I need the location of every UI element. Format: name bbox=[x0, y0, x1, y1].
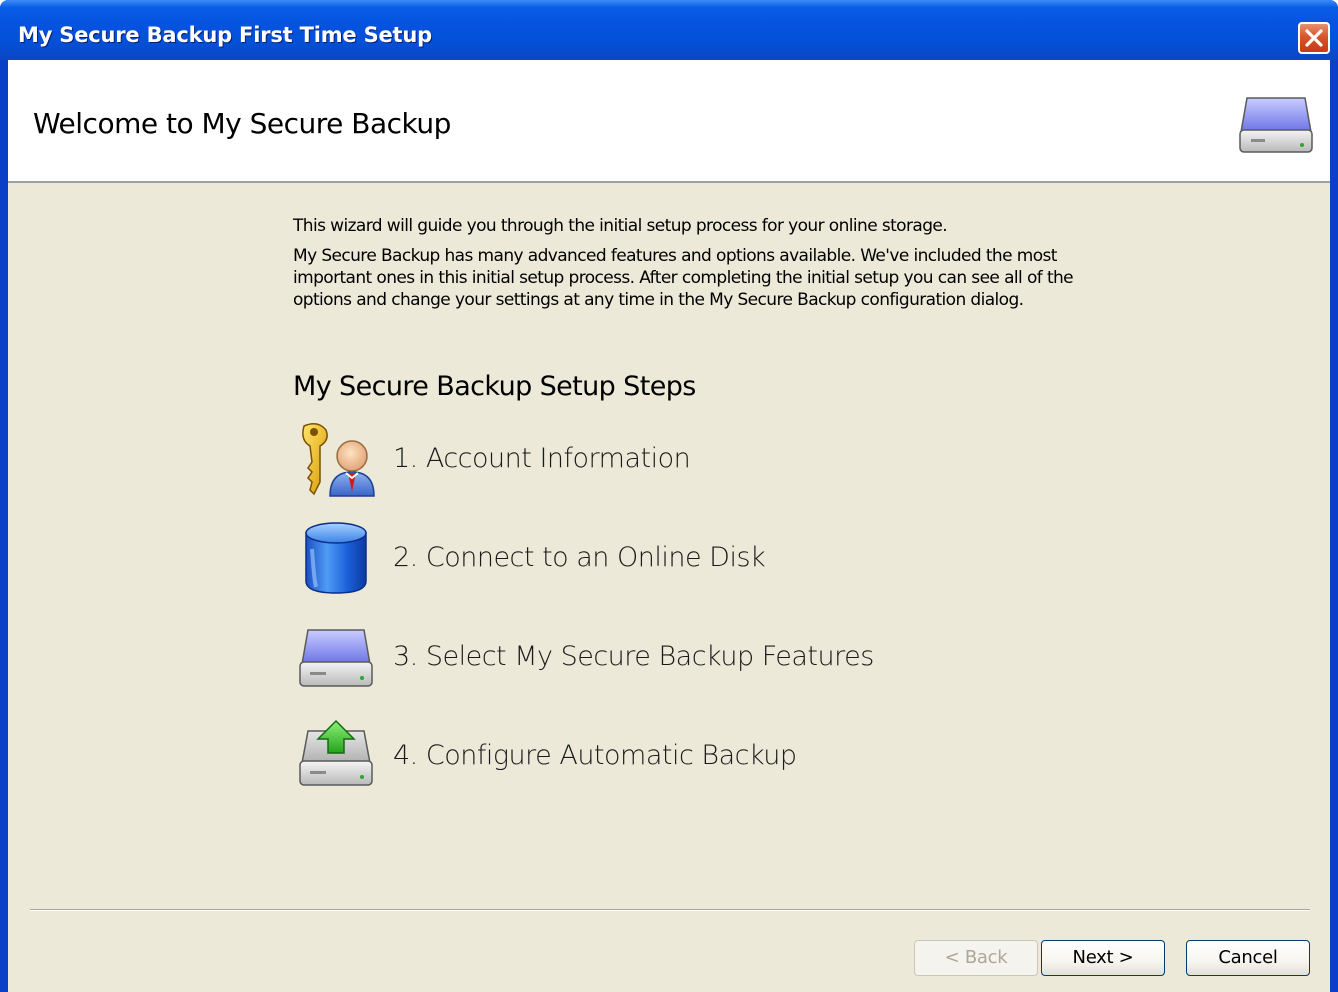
title-bar[interactable]: My Secure Backup First Time Setup bbox=[0, 0, 1338, 60]
back-button[interactable]: < Back bbox=[914, 940, 1038, 976]
intro-paragraph-1: This wizard will guide you through the i… bbox=[293, 216, 948, 236]
wizard-window: My Secure Backup First Time Setup Welcom… bbox=[0, 0, 1338, 992]
next-button[interactable]: Next > bbox=[1041, 940, 1165, 976]
database-icon bbox=[305, 522, 367, 594]
footer-divider bbox=[30, 909, 1310, 911]
step-select-features: 3. Select My Secure Backup Features bbox=[296, 618, 996, 698]
steps-heading: My Secure Backup Setup Steps bbox=[293, 371, 696, 402]
step-label: 2. Connect to an Online Disk bbox=[393, 542, 766, 573]
hard-drive-icon bbox=[1239, 97, 1313, 153]
wizard-header: Welcome to My Secure Backup bbox=[8, 60, 1330, 183]
step-label: 3. Select My Secure Backup Features bbox=[393, 641, 874, 672]
step-connect-online-disk: 2. Connect to an Online Disk bbox=[296, 519, 996, 599]
intro-text: This wizard will guide you through the i… bbox=[293, 215, 1083, 311]
window-title: My Secure Backup First Time Setup bbox=[18, 23, 432, 47]
key-user-icon bbox=[302, 423, 375, 497]
step-label: 4. Configure Automatic Backup bbox=[393, 740, 797, 771]
page-title: Welcome to My Secure Backup bbox=[33, 107, 451, 140]
step-label: 1. Account Information bbox=[393, 443, 691, 474]
step-configure-automatic-backup: 4. Configure Automatic Backup bbox=[296, 717, 996, 797]
intro-paragraph-2: My Secure Backup has many advanced featu… bbox=[293, 246, 1074, 310]
wizard-client-area: Welcome to My Secure Backup This wizard … bbox=[8, 60, 1330, 992]
hard-drive-icon bbox=[299, 629, 373, 687]
step-account-information: 1. Account Information bbox=[296, 420, 996, 500]
close-icon bbox=[1305, 29, 1323, 47]
cancel-button[interactable]: Cancel bbox=[1186, 940, 1310, 976]
close-button[interactable] bbox=[1298, 22, 1330, 54]
drive-upload-icon bbox=[299, 719, 373, 786]
